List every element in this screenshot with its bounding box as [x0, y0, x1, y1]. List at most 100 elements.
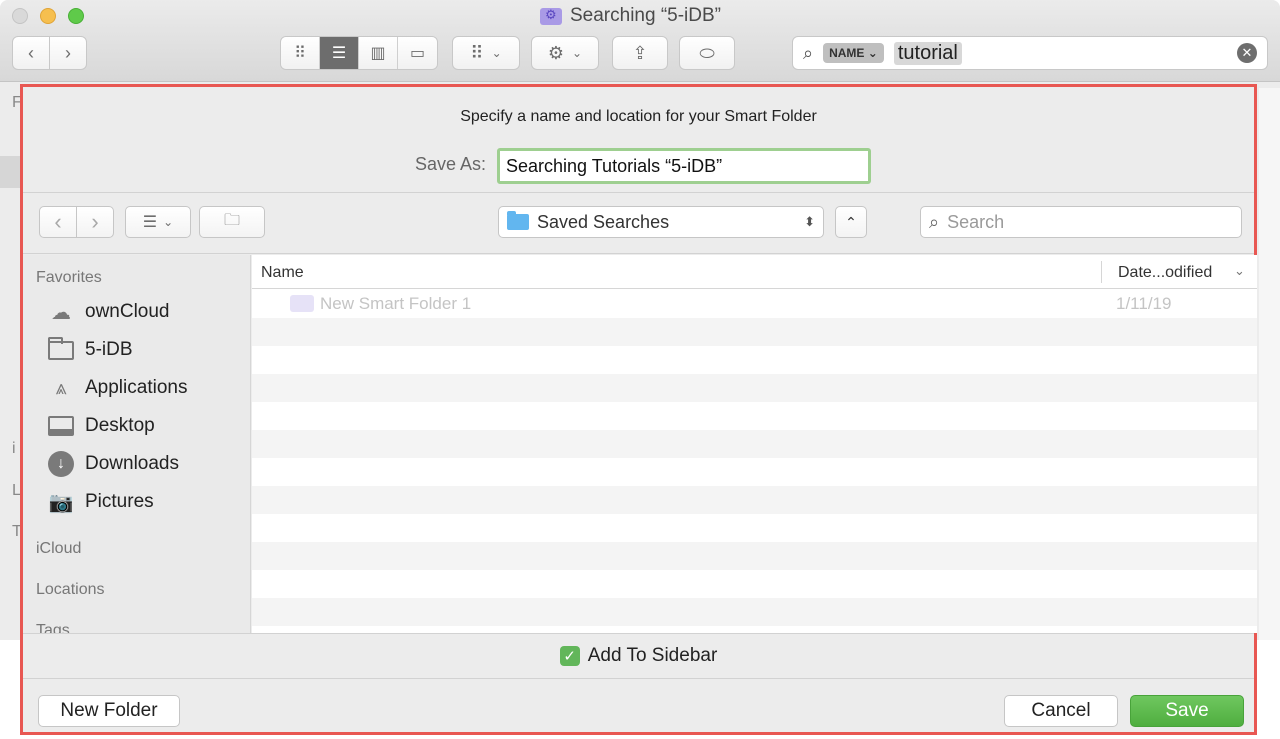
table-row[interactable]: New Smart Folder 1 1/11/19 [252, 290, 1257, 318]
sidebar-item-5-idb[interactable]: 5-iDB [47, 335, 133, 365]
dialog-back-button[interactable]: ‹ [39, 206, 77, 238]
list-icon: ☰ [331, 45, 347, 62]
finder-peek-list [1259, 88, 1280, 640]
camera-icon: 📷 [48, 491, 74, 514]
sidebar-item-label: Downloads [85, 453, 179, 474]
minimize-button[interactable] [40, 8, 56, 24]
finder-peek-letter: i [12, 440, 16, 457]
sidebar-item-desktop[interactable]: Desktop [47, 411, 155, 441]
chevron-down-icon: ⌄ [491, 46, 502, 60]
file-list-header: Name Date...odified ⌄ [252, 255, 1257, 289]
new-folder-label: New Folder [60, 700, 158, 721]
empty-row [252, 402, 1257, 430]
finder-sidebar-selection [0, 156, 20, 188]
file-name: New Smart Folder 1 [320, 294, 472, 313]
close-icon: ✕ [1241, 45, 1253, 60]
zoom-button[interactable] [68, 8, 84, 24]
chevron-right-icon: › [91, 209, 99, 234]
download-icon: ↓ [47, 451, 75, 477]
grid-icon: ⠿ [294, 45, 306, 62]
folder-icon [507, 211, 529, 230]
empty-row [252, 570, 1257, 598]
location-popup[interactable]: Saved Searches ⬍ [498, 206, 824, 238]
group-by-button[interactable]: ⠿ ⌄ [452, 36, 520, 70]
sidebar-item-label: 5-iDB [85, 339, 133, 360]
search-query-text[interactable]: tutorial [893, 41, 962, 65]
sidebar-item-pictures[interactable]: 📷 Pictures [47, 487, 154, 517]
empty-row [252, 458, 1257, 486]
column-divider [1101, 261, 1102, 283]
new-folder-button[interactable]: New Folder [38, 695, 180, 727]
dialog-view-options-button[interactable]: ☰ ⌄ [125, 206, 191, 238]
share-icon: ⇪ [632, 42, 648, 63]
sidebar-item-downloads[interactable]: ↓ Downloads [47, 449, 179, 479]
chevron-down-icon: ⌄ [1234, 263, 1245, 278]
columns-icon: ▥ [370, 45, 386, 62]
chevron-down-icon: ⌄ [572, 46, 583, 60]
icon-view-button[interactable]: ⠿ [281, 37, 320, 69]
collapse-dialog-button[interactable]: ⌃ [835, 206, 867, 238]
empty-row [252, 542, 1257, 570]
cancel-button[interactable]: Cancel [1004, 695, 1118, 727]
list-view-button[interactable]: ☰ [320, 37, 359, 69]
gear-icon: ⚙ [547, 42, 565, 63]
close-button[interactable] [12, 8, 28, 24]
chevron-down-icon: ⌄ [867, 46, 878, 60]
gallery-icon: ▭ [409, 45, 426, 62]
save-button[interactable]: Save [1130, 695, 1244, 727]
column-view-button[interactable]: ▥ [359, 37, 398, 69]
empty-row [252, 374, 1257, 402]
sidebar-item-owncloud[interactable]: ☁ ownCloud [47, 297, 170, 327]
applications-icon: ⩓ [55, 376, 67, 399]
back-button[interactable]: ‹ [12, 36, 50, 70]
dialog-options: ✓ Add To Sidebar [23, 633, 1254, 679]
sidebar-item-label: Applications [85, 377, 188, 398]
dialog-forward-button[interactable]: › [76, 206, 114, 238]
folder-icon [47, 336, 75, 360]
cancel-label: Cancel [1031, 700, 1091, 721]
search-icon: ⌕ [929, 211, 940, 232]
dialog-search-field[interactable]: ⌕ Search [920, 206, 1242, 238]
column-header-date-modified[interactable]: Date...odified [1118, 264, 1212, 282]
sidebar-heading-icloud[interactable]: iCloud [36, 540, 81, 558]
view-mode-segmented-control: ⠿ ☰ ▥ ▭ [280, 36, 438, 70]
empty-row [252, 598, 1257, 626]
clear-search-button[interactable]: ✕ [1237, 43, 1257, 63]
sidebar-item-applications[interactable]: ⩓ Applications [47, 373, 187, 403]
search-icon: ⌕ [803, 42, 814, 63]
tag-icon: ⬭ [699, 42, 715, 63]
empty-row [252, 430, 1257, 458]
cloud-icon: ☁ [51, 301, 71, 324]
add-to-sidebar-checkbox[interactable]: ✓ [559, 646, 580, 666]
list-icon: ☰ [142, 214, 158, 231]
search-token-label: NAME [829, 46, 865, 60]
save-as-field[interactable] [497, 148, 871, 184]
column-header-name[interactable]: Name [261, 264, 304, 282]
gallery-view-button[interactable]: ▭ [398, 37, 437, 69]
chevron-up-icon: ⌃ [845, 213, 857, 230]
sidebar-item-label: ownCloud [85, 301, 170, 322]
add-to-sidebar-label[interactable]: Add To Sidebar [588, 645, 718, 667]
tags-button[interactable]: ⬭ [679, 36, 735, 70]
checkmark-icon: ✓ [563, 648, 576, 665]
share-button[interactable]: ⇪ [612, 36, 668, 70]
dialog-toolbar: ‹ › ☰ ⌄ 🗀 Saved Searches ⬍ ⌃ ⌕ Search [23, 194, 1254, 254]
sidebar-item-label: Pictures [85, 491, 154, 512]
dialog-header: Specify a name and location for your Sma… [23, 87, 1254, 193]
dialog-new-folder-icon-button[interactable]: 🗀 [199, 206, 265, 238]
empty-row [252, 486, 1257, 514]
smart-folder-save-dialog: Specify a name and location for your Sma… [20, 84, 1257, 735]
sidebar-item-label: Desktop [85, 415, 155, 436]
save-as-label: Save As: [415, 154, 487, 174]
search-token-name[interactable]: NAME ⌄ [823, 43, 884, 63]
dialog-sidebar: Favorites ☁ ownCloud 5-iDB ⩓ Application… [23, 255, 251, 633]
empty-row [252, 346, 1257, 374]
action-menu-button[interactable]: ⚙ ⌄ [531, 36, 599, 70]
window-title: Searching “5-iDB” [540, 5, 721, 27]
forward-button[interactable]: › [49, 36, 87, 70]
sidebar-heading-locations[interactable]: Locations [36, 581, 105, 599]
finder-search-field[interactable]: ⌕ NAME ⌄ tutorial ✕ [792, 36, 1268, 70]
window-title-text: Searching “5-iDB” [570, 5, 721, 26]
sidebar-heading-tags[interactable]: Tags [36, 622, 70, 633]
smart-folder-icon [540, 7, 562, 25]
